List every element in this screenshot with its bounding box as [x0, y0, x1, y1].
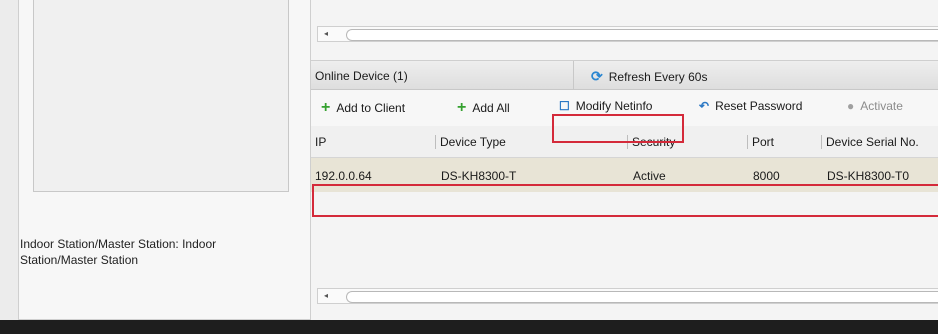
modify-netinfo-label: Modify Netinfo [575, 99, 653, 113]
reset-password-button[interactable]: ↶ Reset Password [699, 99, 802, 113]
scroll-left-arrow-icon[interactable]: ◂ [320, 289, 332, 303]
modify-netinfo-button[interactable]: ☐ Modify Netinfo [559, 99, 652, 113]
selected-row-highlight-box [312, 184, 938, 217]
plus-icon: + [321, 99, 331, 116]
bottom-horizontal-scrollbar[interactable]: ◂ [317, 288, 938, 304]
lightbulb-icon: ● [847, 99, 855, 113]
edit-icon: ☐ [559, 99, 570, 113]
column-header-device-serial[interactable]: Device Serial No. [821, 135, 919, 149]
taskbar-strip [0, 320, 938, 334]
add-all-button[interactable]: + Add All [457, 99, 510, 117]
device-type-description: Indoor Station/Master Station: Indoor St… [20, 237, 217, 267]
tab-divider [573, 61, 574, 90]
column-header-device-type[interactable]: Device Type [435, 135, 506, 149]
column-header-port[interactable]: Port [747, 135, 774, 149]
device-preview-area [33, 0, 289, 192]
add-to-client-button[interactable]: + Add to Client [321, 99, 405, 117]
cell-security: Active [633, 169, 666, 183]
top-horizontal-scrollbar[interactable]: ◂ [317, 26, 938, 42]
modify-netinfo-highlight-box [552, 114, 684, 143]
scroll-thumb[interactable] [346, 29, 938, 41]
online-device-tabbar: Online Device (1) ⟳ Refresh Every 60s [311, 60, 938, 90]
cell-device-serial: DS-KH8300-T0 [827, 169, 910, 183]
online-device-panel: ◂ Online Device (1) ⟳ Refresh Every 60s +… [310, 0, 938, 320]
left-panel [18, 0, 314, 320]
activate-button[interactable]: ● Activate [847, 99, 903, 113]
plus-icon: + [457, 99, 467, 116]
undo-arrow-icon: ↶ [699, 99, 710, 113]
refresh-icon: ⟳ [591, 68, 603, 84]
cell-ip: 192.0.0.64 [315, 169, 372, 183]
scroll-thumb[interactable] [346, 291, 938, 303]
scroll-left-arrow-icon[interactable]: ◂ [320, 27, 332, 41]
cell-device-type: DS-KH8300-T [441, 169, 517, 183]
activate-label: Activate [860, 99, 903, 113]
refresh-label: Refresh Every 60s [608, 70, 708, 84]
column-header-ip[interactable]: IP [315, 135, 326, 149]
cell-port: 8000 [753, 169, 780, 183]
refresh-every-button[interactable]: ⟳ Refresh Every 60s [591, 68, 707, 85]
add-to-client-label: Add to Client [336, 101, 406, 115]
reset-password-label: Reset Password [715, 99, 803, 113]
add-all-label: Add All [472, 101, 510, 115]
online-device-title: Online Device (1) [315, 69, 408, 83]
